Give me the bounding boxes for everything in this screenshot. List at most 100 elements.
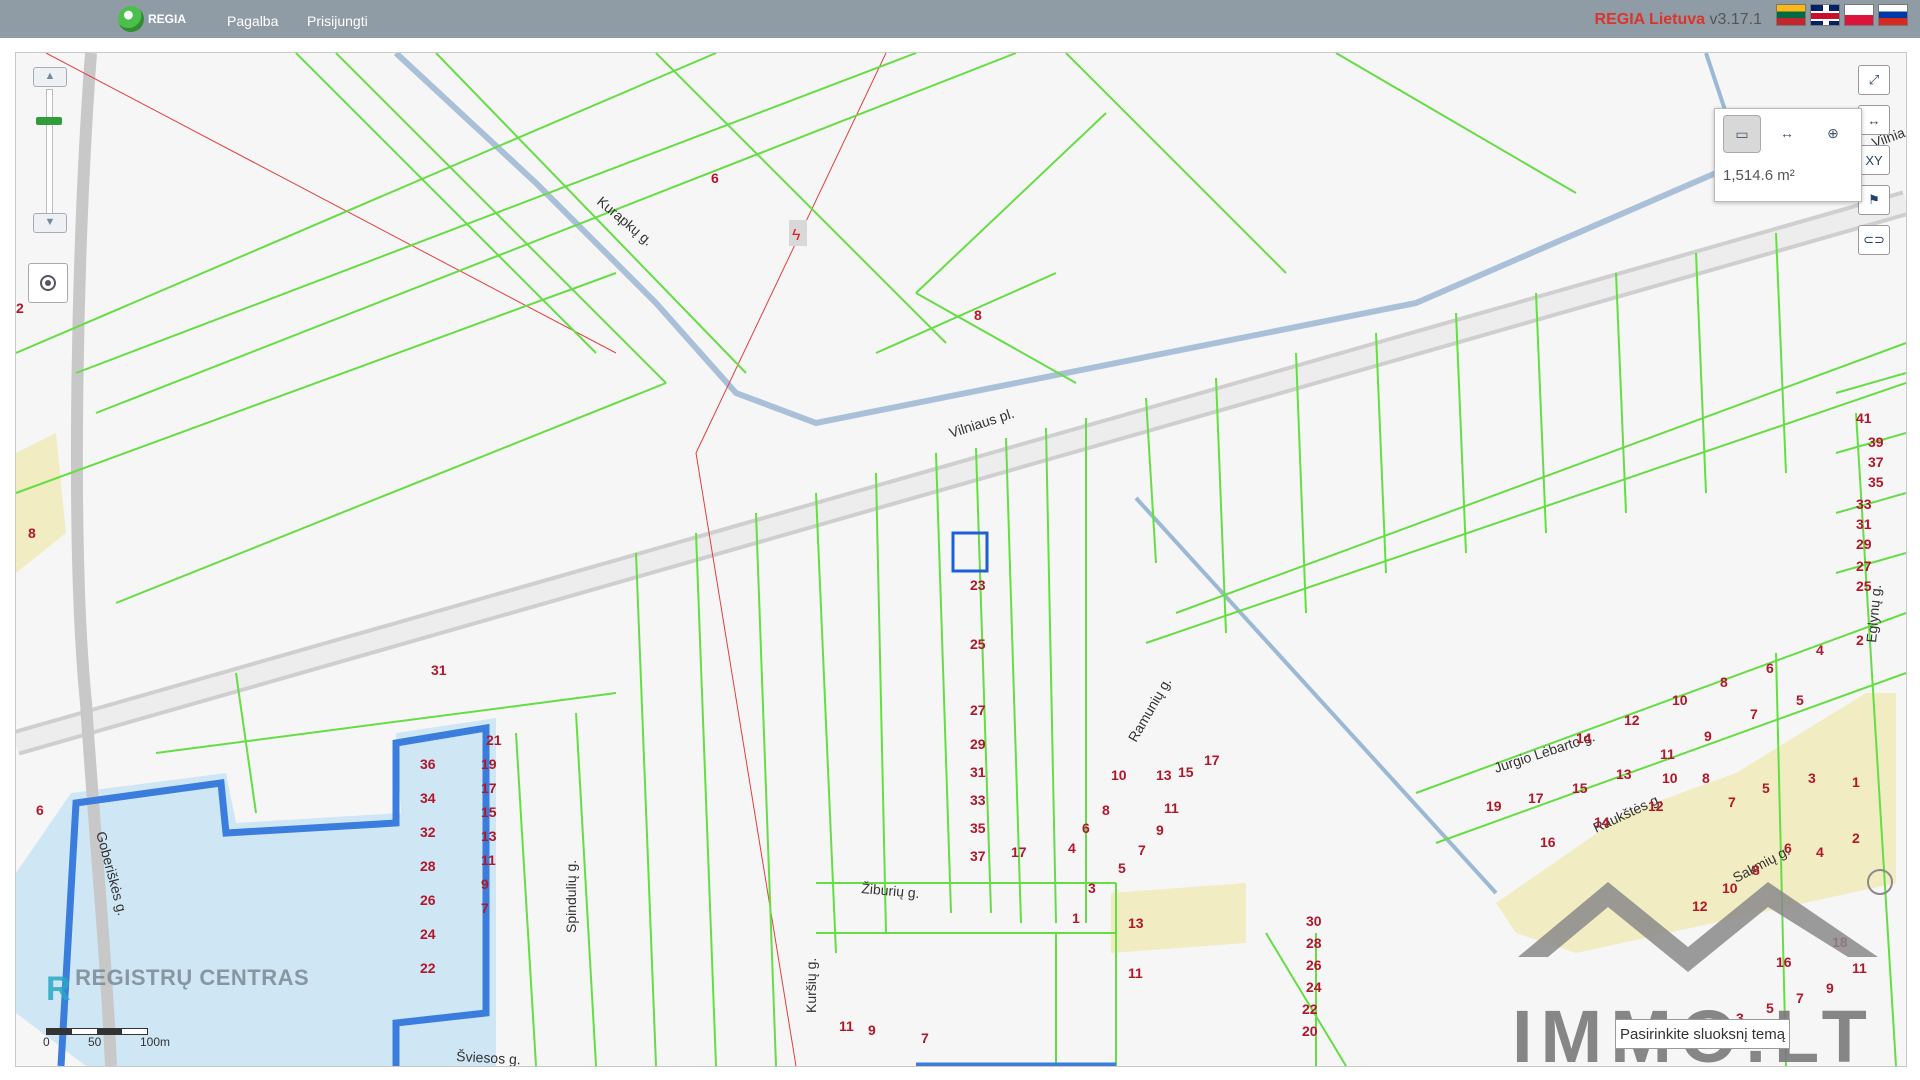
regia-logo-icon (118, 6, 144, 32)
parcel-label: 7 (1750, 706, 1758, 722)
parcel-label: 15 (1178, 764, 1194, 780)
parcel-label: 11 (839, 1018, 854, 1034)
scale-label: 100m (140, 1035, 171, 1049)
parcel-label: 35 (1868, 474, 1884, 490)
parcel-label: 29 (970, 736, 986, 752)
parcel-label: 7 (1728, 794, 1736, 810)
parcel-label: 22 (1302, 1001, 1318, 1017)
parcel-label: 39 (1868, 434, 1884, 450)
street-kurapku: Kurapkų g. (594, 193, 656, 249)
immo-roof-icon (1518, 882, 1878, 972)
parcel-label: 25 (970, 636, 986, 652)
parcel-label: 30 (1306, 913, 1322, 929)
parcel-label: 22 (420, 960, 436, 976)
app-name: REGIA Lietuva (1594, 11, 1706, 28)
fullscreen-icon[interactable]: ⤢ (1858, 65, 1890, 95)
parcel-label: 4 (1816, 844, 1824, 860)
top-bar: REGIA Pagalba Prisijungti REGIA Lietuva … (0, 0, 1920, 38)
locate-button[interactable] (28, 263, 68, 303)
flag-lt-icon[interactable] (1776, 4, 1806, 26)
parcel-label: 10 (1111, 767, 1127, 783)
version-number: v3.17.1 (1709, 11, 1762, 28)
street-kursiu: Kuršių g. (803, 958, 819, 1013)
link-icon[interactable]: ⊂⊃ (1858, 225, 1890, 255)
parcel-label: 13 (1156, 767, 1172, 783)
parcel-label: 29 (1856, 536, 1872, 552)
zoom-slider-handle[interactable] (36, 117, 62, 125)
parcel-label: 27 (1856, 558, 1872, 574)
parcel-label: 6 (1766, 660, 1774, 676)
parcel-label: 4 (1816, 642, 1824, 658)
parcel-label: 7 (921, 1030, 929, 1046)
parcel-label: 33 (970, 792, 986, 808)
parcel-label: 2 (16, 300, 24, 316)
canal (393, 53, 1768, 427)
theme-select[interactable]: Pasirinkite sluoksnį temą (1615, 1019, 1790, 1049)
parcel-label: 5 (1118, 860, 1126, 876)
measure-area-icon[interactable]: ▭ (1723, 115, 1761, 153)
app-version: REGIA Lietuva v3.17.1 (1595, 11, 1762, 29)
login-link[interactable]: Prisijungti (307, 13, 368, 29)
brand-label: REGIA (148, 12, 187, 26)
locate-icon (40, 275, 56, 291)
selected-parcel[interactable] (951, 531, 989, 573)
parcel-label: 8 (974, 307, 982, 323)
parcel-label: 33 (1856, 496, 1872, 512)
parcel-label: 27 (970, 702, 986, 718)
zoom-in-icon[interactable]: ▲ (33, 67, 67, 87)
parcel-label: 14 (1576, 730, 1592, 746)
registru-centras-logo: R REGISTRŲ CENTRAS (46, 967, 309, 1011)
parcel-label: 7 (481, 900, 489, 916)
parcel-label: 13 (1616, 766, 1632, 782)
parcel-label: 41 (1856, 410, 1872, 426)
rc-logo-icon: R (46, 970, 72, 1008)
scale-bar-graphic (46, 1028, 148, 1035)
xy-coordinates-icon[interactable]: XY (1858, 145, 1890, 175)
parcel-label: 3 (1808, 770, 1816, 786)
parcel-label: 37 (970, 848, 986, 864)
regia-logo[interactable]: REGIA (118, 6, 186, 32)
zoom-control: ▲ ▼ (31, 67, 67, 243)
globe-icon[interactable]: ⊕ (1815, 115, 1851, 151)
vilniaus-road-inner (16, 194, 1906, 752)
parcel-label: 23 (970, 577, 986, 593)
parcel-label: 20 (1302, 1023, 1318, 1039)
power-line (695, 53, 887, 1066)
parcel-label: 9 (868, 1022, 876, 1038)
flag-icon[interactable]: ⚑ (1858, 185, 1890, 215)
parcel-label: 15 (1572, 780, 1588, 796)
flag-ru-icon[interactable] (1878, 4, 1908, 26)
parcel-label: 11 (1128, 965, 1143, 981)
parcel-label: 13 (481, 828, 497, 844)
help-link[interactable]: Pagalba (227, 13, 278, 29)
parcel-label: 34 (420, 790, 436, 806)
zoom-out-icon[interactable]: ▼ (33, 213, 67, 233)
parcel-label: 3 (1088, 880, 1096, 896)
parcel-label: 17 (481, 780, 497, 796)
power-line-2 (45, 53, 617, 354)
language-selector (1776, 4, 1908, 26)
parcel-label: 12 (1648, 798, 1664, 814)
parcel-label: 16 (1540, 834, 1556, 850)
parcel-label: 24 (1306, 979, 1322, 995)
flag-pl-icon[interactable] (1844, 4, 1874, 26)
parcel-label: 1 (1072, 910, 1080, 926)
parcel-label: 5 (1762, 780, 1770, 796)
parcel-label: 9 (1704, 728, 1712, 744)
parcel-label: 17 (1528, 790, 1544, 806)
flag-en-icon[interactable] (1810, 4, 1840, 26)
parcel-label: 31 (431, 662, 447, 678)
power-marker-symbol: ϟ (792, 227, 801, 244)
measured-area: 1,514.6 m² (1723, 167, 1795, 184)
parcel-label: 5 (1796, 692, 1804, 708)
parcel-label: 2 (1856, 632, 1864, 648)
parcel-label: 14 (1594, 814, 1610, 830)
parcel-label: 8 (1720, 674, 1728, 690)
measure-distance-icon[interactable]: ↔ (1858, 105, 1890, 135)
parcel-label: 31 (1856, 516, 1872, 532)
zoom-slider-track[interactable] (46, 89, 53, 215)
parcel-label: 1 (1852, 774, 1860, 790)
parcel-label: 37 (1868, 454, 1884, 470)
parcel-label: 9 (481, 876, 489, 892)
measure-distance-icon[interactable]: ↔ (1769, 115, 1805, 151)
